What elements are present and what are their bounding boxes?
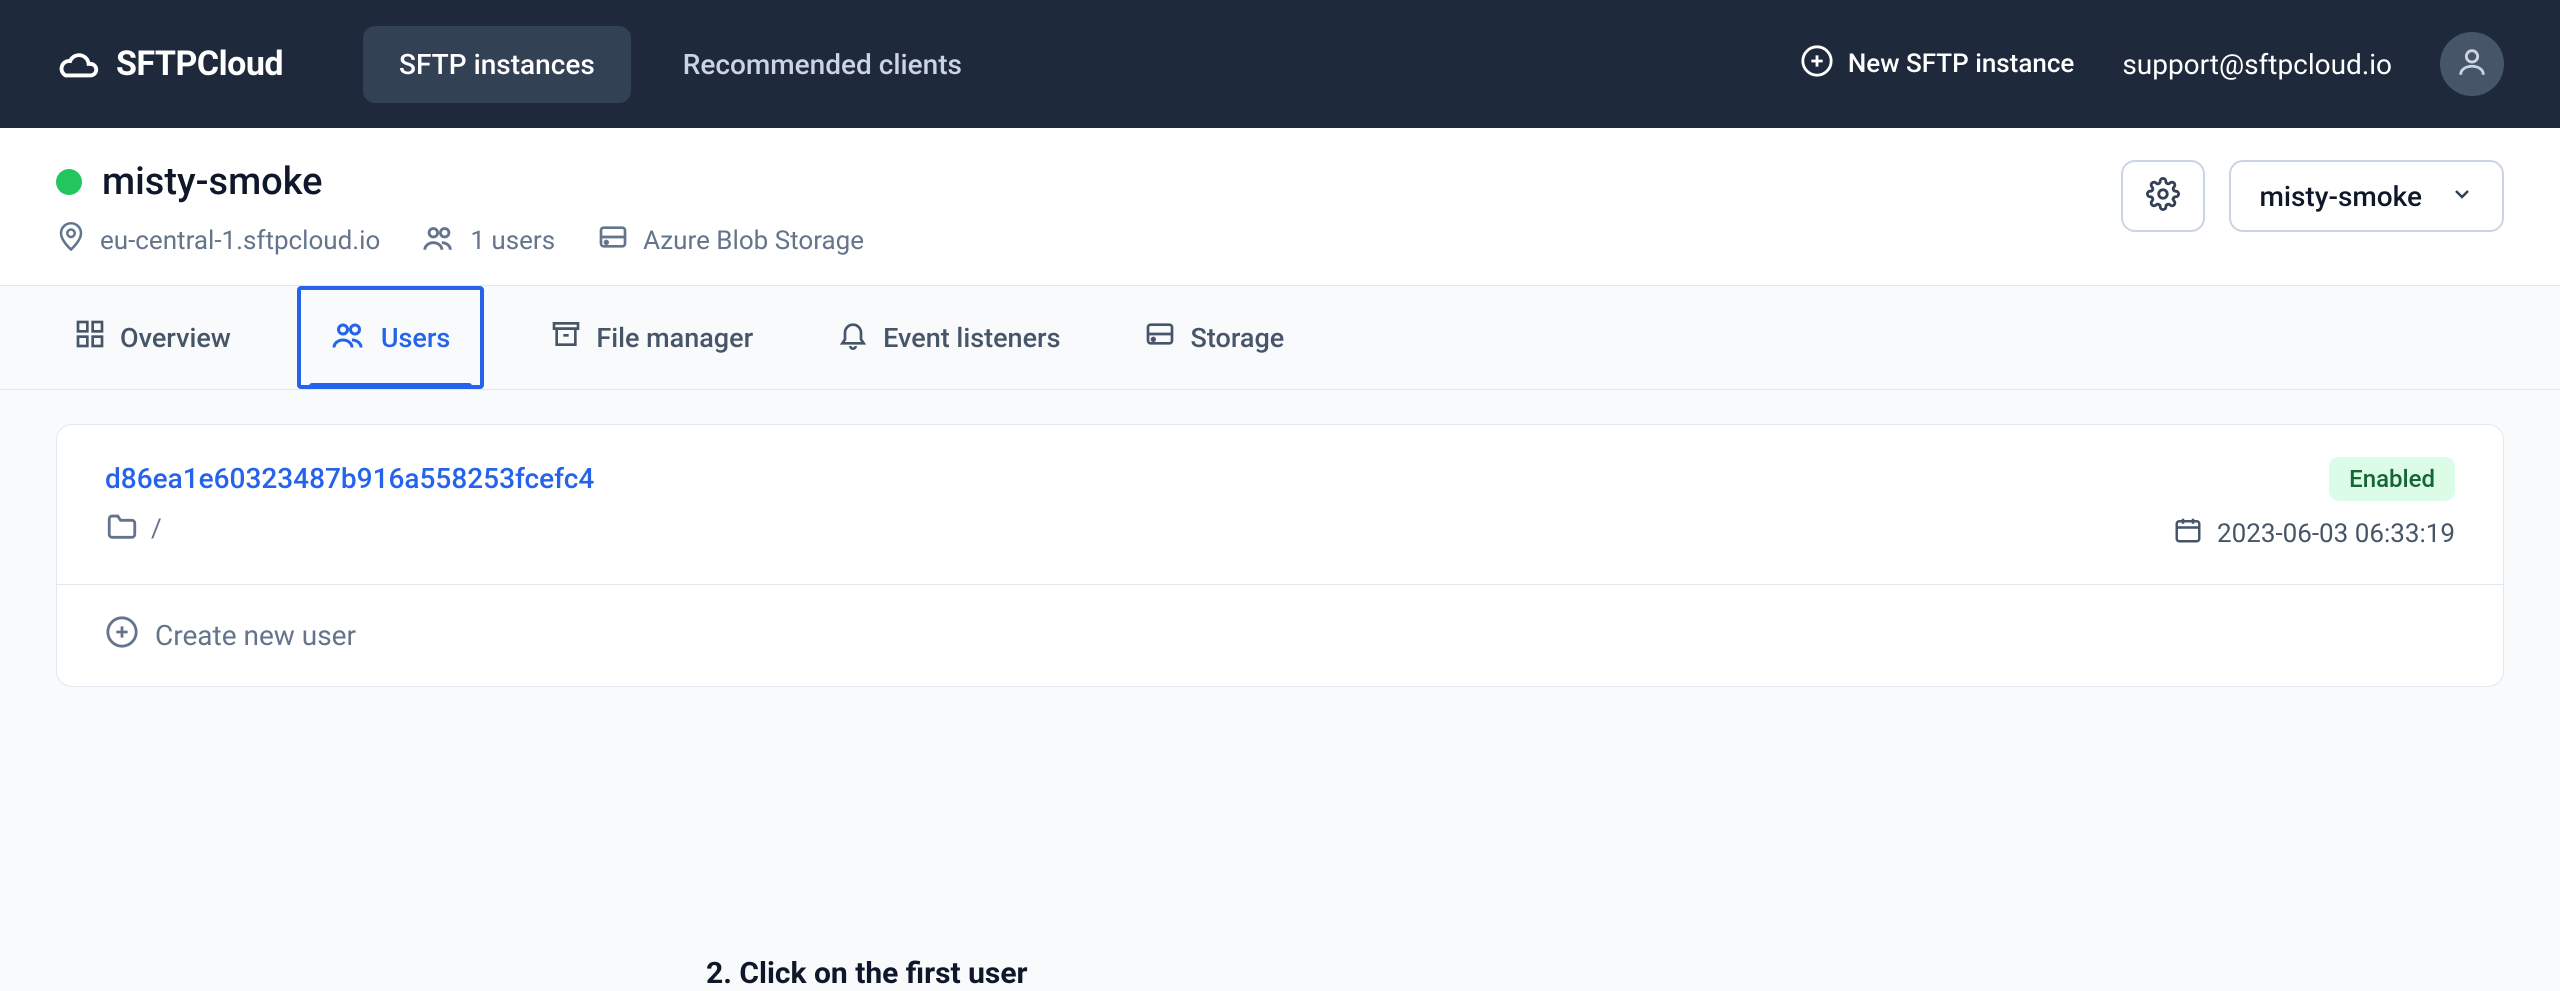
instance-actions: misty-smoke <box>2121 160 2504 232</box>
instance-host: eu-central-1.sftpcloud.io <box>56 222 380 259</box>
plus-circle-icon <box>1800 44 1834 85</box>
disk-icon <box>1144 319 1176 356</box>
content-wrap: 2. Click on the first user d86ea1e603234… <box>0 424 2560 687</box>
create-user-label: Create new user <box>155 619 356 652</box>
status-badge: Enabled <box>2329 457 2455 501</box>
support-email[interactable]: support@sftpcloud.io <box>2122 48 2392 81</box>
user-date: 2023-06-03 06:33:19 <box>2173 515 2455 552</box>
tabs: Overview Users File manager <box>0 286 2560 390</box>
new-instance-label: New SFTP instance <box>1848 49 2074 79</box>
gear-icon <box>2146 177 2180 215</box>
disk-icon <box>597 222 629 259</box>
avatar[interactable] <box>2440 32 2504 96</box>
bell-icon <box>837 318 869 357</box>
tab-label: Storage <box>1190 322 1284 354</box>
user-id-link[interactable]: d86ea1e60323487b916a558253fcefc4 <box>105 462 594 495</box>
nav-label: SFTP instances <box>399 48 595 81</box>
new-sftp-instance-button[interactable]: New SFTP instance <box>1800 44 2074 85</box>
folder-icon <box>105 511 139 548</box>
instance-meta: eu-central-1.sftpcloud.io 1 users Azu <box>56 222 864 259</box>
instance-info: misty-smoke eu-central-1.sftpcloud.io <box>56 160 864 259</box>
instance-users: 1 users <box>422 222 555 259</box>
tab-label: Overview <box>120 322 231 354</box>
tab-storage[interactable]: Storage <box>1126 286 1302 389</box>
instance-storage-type: Azure Blob Storage <box>597 222 864 259</box>
users-icon <box>422 222 456 259</box>
top-header: SFTPCloud SFTP instances Recommended cli… <box>0 0 2560 128</box>
settings-button[interactable] <box>2121 160 2205 232</box>
tab-label: Users <box>381 322 450 354</box>
tab-users[interactable]: Users <box>297 286 484 389</box>
storage-text: Azure Blob Storage <box>643 226 864 256</box>
logo[interactable]: SFTPCloud <box>56 44 283 84</box>
cloud-icon <box>56 44 102 84</box>
chevron-down-icon <box>2450 180 2474 213</box>
header-right: New SFTP instance support@sftpcloud.io <box>1800 32 2504 96</box>
users-text: 1 users <box>470 226 555 256</box>
user-path: / <box>105 511 594 548</box>
users-card: d86ea1e60323487b916a558253fcefc4 / Enabl… <box>56 424 2504 687</box>
tab-label: File manager <box>596 322 753 354</box>
tab-label: Event listeners <box>883 322 1060 354</box>
tab-event-listeners[interactable]: Event listeners <box>819 286 1078 389</box>
plus-circle-icon <box>105 615 139 656</box>
tab-overview[interactable]: Overview <box>56 286 249 389</box>
instance-bar: misty-smoke eu-central-1.sftpcloud.io <box>0 128 2560 286</box>
status-dot-icon <box>56 169 82 195</box>
users-icon <box>331 318 367 357</box>
nav-recommended-clients[interactable]: Recommended clients <box>647 26 998 103</box>
grid-icon <box>74 318 106 357</box>
user-right: Enabled 2023-06-03 06:33:19 <box>2173 457 2455 552</box>
annotation-step2: 2. Click on the first user <box>706 956 1028 991</box>
tab-file-manager[interactable]: File manager <box>532 286 771 389</box>
logo-text: SFTPCloud <box>116 44 283 84</box>
archive-icon <box>550 318 582 357</box>
user-icon <box>2455 45 2489 83</box>
user-row[interactable]: d86ea1e60323487b916a558253fcefc4 / Enabl… <box>57 425 2503 585</box>
instance-name: misty-smoke <box>102 160 323 204</box>
create-user-button[interactable]: Create new user <box>57 585 2503 686</box>
main-nav: SFTP instances Recommended clients <box>363 26 998 103</box>
date-text: 2023-06-03 06:33:19 <box>2217 519 2455 549</box>
nav-sftp-instances[interactable]: SFTP instances <box>363 26 631 103</box>
dropdown-label: misty-smoke <box>2259 180 2422 213</box>
host-text: eu-central-1.sftpcloud.io <box>100 226 380 256</box>
tabs-section: 1. Click on the "Users" tab Overview Use… <box>0 286 2560 390</box>
nav-label: Recommended clients <box>683 48 962 81</box>
path-text: / <box>151 514 162 544</box>
calendar-icon <box>2173 515 2203 552</box>
instance-dropdown[interactable]: misty-smoke <box>2229 160 2504 232</box>
instance-title-row: misty-smoke <box>56 160 864 204</box>
user-left: d86ea1e60323487b916a558253fcefc4 / <box>105 462 594 548</box>
location-icon <box>56 222 86 259</box>
